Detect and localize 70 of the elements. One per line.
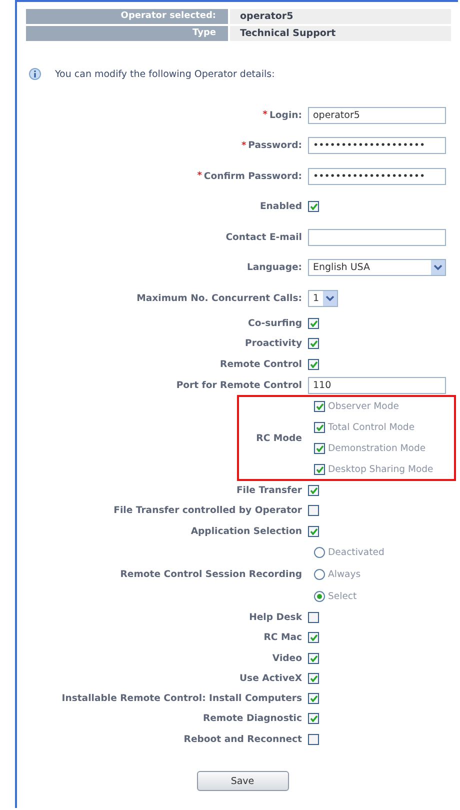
radio-button[interactable] [314, 590, 325, 602]
checkbox[interactable] [308, 338, 319, 350]
info-text: You can modify the following Operator details: [55, 68, 275, 80]
field-label: Proactivity [245, 338, 302, 350]
text-field[interactable]: •••••••••••••••••••• [308, 137, 446, 154]
dropdown[interactable]: English USA [308, 259, 446, 276]
field-label: Use ActiveX [240, 672, 302, 684]
checkbox[interactable] [308, 526, 319, 537]
checkbox[interactable] [308, 505, 319, 516]
field-label: Login: [270, 110, 302, 121]
field-label: Port for Remote Control [176, 380, 302, 391]
checkbox[interactable] [308, 652, 319, 664]
checkbox[interactable] [308, 632, 319, 644]
checkbox[interactable] [314, 464, 325, 476]
field-label: Confirm Password: [204, 170, 302, 182]
save-button[interactable]: Save [196, 771, 288, 792]
option-label: Deactivated [328, 546, 384, 558]
field-label: File Transfer [236, 485, 302, 496]
field-label: Enabled [260, 201, 302, 212]
checkbox[interactable] [308, 485, 319, 496]
checkbox[interactable] [314, 422, 325, 434]
option-label: Always [328, 568, 361, 580]
field-label: Video [272, 652, 302, 664]
checkbox[interactable] [308, 318, 319, 330]
option-label: Select [328, 590, 357, 602]
text-field[interactable]: 110 [308, 376, 446, 394]
field-label: Reboot and Reconnect [184, 734, 302, 745]
radio-button[interactable] [314, 546, 325, 558]
field-label: Help Desk [249, 612, 302, 623]
info-icon [29, 68, 41, 80]
caret-icon [323, 290, 337, 306]
checkbox[interactable] [314, 443, 325, 454]
radio-button[interactable] [314, 568, 325, 580]
header-value: operator5 [230, 9, 451, 24]
text-field[interactable]: •••••••••••••••••••• [308, 168, 446, 185]
option-label: Observer Mode [328, 401, 399, 412]
option-label: Demonstration Mode [328, 443, 426, 454]
field-label: Application Selection [190, 526, 302, 537]
header-label: Operator selected: [26, 9, 228, 24]
option-label: Desktop Sharing Mode [328, 464, 434, 476]
checkbox[interactable] [308, 612, 319, 623]
field-label: Contact E-mail [226, 232, 302, 243]
header-label: Type [26, 26, 228, 41]
required-mark: * [197, 171, 202, 182]
option-label: Total Control Mode [328, 422, 415, 434]
checkbox[interactable] [308, 734, 319, 745]
text-field[interactable]: operator5 [308, 106, 446, 124]
field-label: Remote Control [220, 358, 302, 370]
field-label: Language: [246, 262, 302, 274]
text-field[interactable] [308, 228, 446, 246]
field-label: Maximum No. Concurrent Calls: [136, 292, 302, 304]
field-label: RC Mac [264, 632, 302, 644]
dropdown[interactable]: 1 [308, 290, 338, 307]
checkbox[interactable] [308, 713, 319, 724]
header-value: Technical Support [230, 26, 451, 41]
required-mark: * [241, 140, 246, 151]
field-label: Installable Remote Control: Install Computers [62, 693, 302, 704]
field-label: RC Mode [256, 432, 302, 444]
checkbox[interactable] [308, 358, 319, 370]
field-label: Co-surfing [248, 318, 302, 330]
checkbox[interactable] [308, 693, 319, 704]
checkbox[interactable] [308, 672, 319, 684]
field-label: Remote Control Session Recording [120, 568, 302, 580]
field-label: Remote Diagnostic [202, 713, 302, 724]
field-label: Password: [248, 140, 302, 152]
checkbox[interactable] [314, 401, 325, 412]
checkbox[interactable] [308, 201, 319, 212]
required-mark: * [262, 110, 268, 120]
field-label: File Transfer controlled by Operator [114, 505, 302, 516]
caret-icon [431, 260, 445, 276]
